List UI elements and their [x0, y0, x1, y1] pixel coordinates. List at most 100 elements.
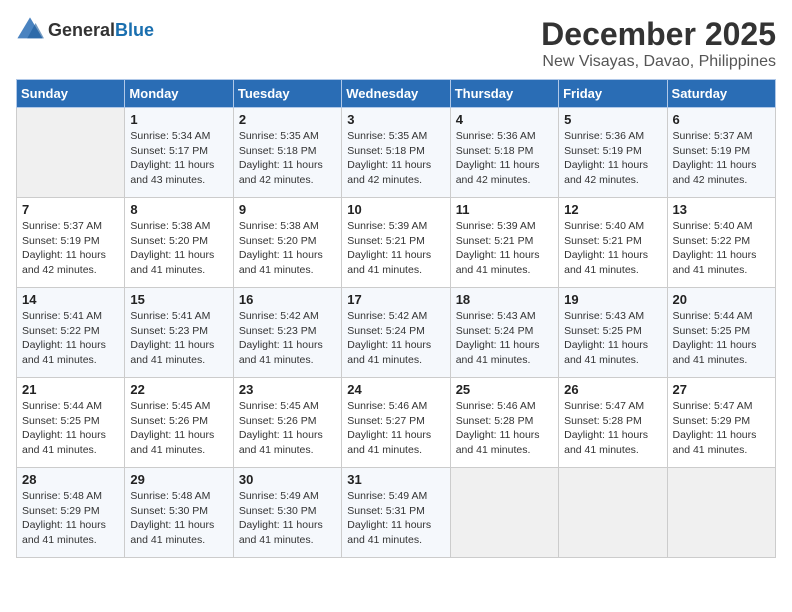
header-friday: Friday [559, 80, 667, 108]
day-number: 5 [564, 112, 661, 127]
calendar-cell: 16Sunrise: 5:42 AMSunset: 5:23 PMDayligh… [233, 288, 341, 378]
cell-info: Sunrise: 5:42 AMSunset: 5:24 PMDaylight:… [347, 309, 444, 368]
calendar-cell: 4 Sunrise: 5:36 AMSunset: 5:18 PMDaylight… [450, 108, 558, 198]
calendar-cell: 19 Sunrise: 5:43 AMSunset: 5:25 PMDayligh… [559, 288, 667, 378]
day-number: 17 [347, 292, 444, 307]
calendar-cell: 29 Sunrise: 5:48 AMSunset: 5:30 PMDayligh… [125, 468, 233, 558]
day-number: 23 [239, 382, 336, 397]
calendar-cell: 17 Sunrise: 5:42 AMSunset: 5:24 PMDayligh… [342, 288, 450, 378]
cell-info: Sunrise: 5:34 AMSunset: 5:17 PMDaylight:… [130, 129, 227, 188]
day-number: 28 [22, 472, 119, 487]
header-monday: Monday [125, 80, 233, 108]
calendar-week-row: 21 Sunrise: 5:44 AMSunset: 5:25 PMDayligh… [17, 378, 776, 468]
calendar-cell: 9 Sunrise: 5:38 AMSunset: 5:20 PMDaylight… [233, 198, 341, 288]
cell-info: Sunrise: 5:37 AMSunset: 5:19 PMDaylight:… [673, 129, 770, 188]
cell-info: Sunrise: 5:38 AMSunset: 5:20 PMDaylight:… [239, 219, 336, 278]
cell-info: Sunrise: 5:39 AMSunset: 5:21 PMDaylight:… [347, 219, 444, 278]
calendar-cell: 23 Sunrise: 5:45 AMSunset: 5:26 PMDayligh… [233, 378, 341, 468]
calendar-week-row: 14Sunrise: 5:41 AMSunset: 5:22 PMDayligh… [17, 288, 776, 378]
day-number: 3 [347, 112, 444, 127]
day-number: 20 [673, 292, 770, 307]
calendar-cell: 28 Sunrise: 5:48 AMSunset: 5:29 PMDayligh… [17, 468, 125, 558]
day-number: 27 [673, 382, 770, 397]
calendar-cell [559, 468, 667, 558]
cell-info: Sunrise: 5:48 AMSunset: 5:30 PMDaylight:… [130, 489, 227, 548]
calendar-cell: 22Sunrise: 5:45 AMSunset: 5:26 PMDayligh… [125, 378, 233, 468]
cell-info: Sunrise: 5:41 AMSunset: 5:22 PMDaylight:… [22, 309, 119, 368]
header-wednesday: Wednesday [342, 80, 450, 108]
calendar-cell: 25 Sunrise: 5:46 AMSunset: 5:28 PMDayligh… [450, 378, 558, 468]
day-number: 7 [22, 202, 119, 217]
title-block: December 2025 New Visayas, Davao, Philip… [541, 16, 776, 71]
cell-info: Sunrise: 5:43 AMSunset: 5:25 PMDaylight:… [564, 309, 661, 368]
day-number: 30 [239, 472, 336, 487]
day-number: 29 [130, 472, 227, 487]
calendar-cell: 27 Sunrise: 5:47 AMSunset: 5:29 PMDayligh… [667, 378, 775, 468]
calendar-cell: 1Sunrise: 5:34 AMSunset: 5:17 PMDaylight… [125, 108, 233, 198]
cell-info: Sunrise: 5:41 AMSunset: 5:23 PMDaylight:… [130, 309, 227, 368]
cell-info: Sunrise: 5:47 AMSunset: 5:29 PMDaylight:… [673, 399, 770, 458]
month-title: December 2025 [541, 16, 776, 53]
logo: GeneralBlue [16, 16, 154, 44]
calendar-cell: 13 Sunrise: 5:40 AMSunset: 5:22 PMDayligh… [667, 198, 775, 288]
calendar-cell: 2 Sunrise: 5:35 AMSunset: 5:18 PMDaylight… [233, 108, 341, 198]
cell-info: Sunrise: 5:46 AMSunset: 5:28 PMDaylight:… [456, 399, 553, 458]
cell-info: Sunrise: 5:35 AMSunset: 5:18 PMDaylight:… [239, 129, 336, 188]
day-number: 25 [456, 382, 553, 397]
cell-info: Sunrise: 5:47 AMSunset: 5:28 PMDaylight:… [564, 399, 661, 458]
day-number: 13 [673, 202, 770, 217]
header-saturday: Saturday [667, 80, 775, 108]
calendar-cell: 18 Sunrise: 5:43 AMSunset: 5:24 PMDayligh… [450, 288, 558, 378]
calendar-header-row: SundayMondayTuesdayWednesdayThursdayFrid… [17, 80, 776, 108]
page-header: GeneralBlue December 2025 New Visayas, D… [16, 16, 776, 71]
calendar-cell: 7 Sunrise: 5:37 AMSunset: 5:19 PMDaylight… [17, 198, 125, 288]
calendar-week-row: 1Sunrise: 5:34 AMSunset: 5:17 PMDaylight… [17, 108, 776, 198]
header-thursday: Thursday [450, 80, 558, 108]
cell-info: Sunrise: 5:42 AMSunset: 5:23 PMDaylight:… [239, 309, 336, 368]
calendar-cell [450, 468, 558, 558]
calendar-table: SundayMondayTuesdayWednesdayThursdayFrid… [16, 79, 776, 558]
cell-info: Sunrise: 5:45 AMSunset: 5:26 PMDaylight:… [239, 399, 336, 458]
day-number: 9 [239, 202, 336, 217]
calendar-cell: 14Sunrise: 5:41 AMSunset: 5:22 PMDayligh… [17, 288, 125, 378]
cell-info: Sunrise: 5:36 AMSunset: 5:18 PMDaylight:… [456, 129, 553, 188]
calendar-week-row: 7 Sunrise: 5:37 AMSunset: 5:19 PMDaylight… [17, 198, 776, 288]
calendar-cell: 26Sunrise: 5:47 AMSunset: 5:28 PMDayligh… [559, 378, 667, 468]
calendar-cell [667, 468, 775, 558]
calendar-cell: 11Sunrise: 5:39 AMSunset: 5:21 PMDayligh… [450, 198, 558, 288]
calendar-cell: 5 Sunrise: 5:36 AMSunset: 5:19 PMDaylight… [559, 108, 667, 198]
cell-info: Sunrise: 5:36 AMSunset: 5:19 PMDaylight:… [564, 129, 661, 188]
calendar-cell: 8 Sunrise: 5:38 AMSunset: 5:20 PMDaylight… [125, 198, 233, 288]
day-number: 19 [564, 292, 661, 307]
logo-icon [16, 16, 44, 44]
cell-info: Sunrise: 5:40 AMSunset: 5:22 PMDaylight:… [673, 219, 770, 278]
header-tuesday: Tuesday [233, 80, 341, 108]
cell-info: Sunrise: 5:38 AMSunset: 5:20 PMDaylight:… [130, 219, 227, 278]
day-number: 12 [564, 202, 661, 217]
day-number: 18 [456, 292, 553, 307]
cell-info: Sunrise: 5:48 AMSunset: 5:29 PMDaylight:… [22, 489, 119, 548]
calendar-cell: 20Sunrise: 5:44 AMSunset: 5:25 PMDayligh… [667, 288, 775, 378]
logo-text-general: General [48, 20, 115, 40]
calendar-cell: 24Sunrise: 5:46 AMSunset: 5:27 PMDayligh… [342, 378, 450, 468]
cell-info: Sunrise: 5:37 AMSunset: 5:19 PMDaylight:… [22, 219, 119, 278]
cell-info: Sunrise: 5:35 AMSunset: 5:18 PMDaylight:… [347, 129, 444, 188]
calendar-cell: 6Sunrise: 5:37 AMSunset: 5:19 PMDaylight… [667, 108, 775, 198]
calendar-cell: 30 Sunrise: 5:49 AMSunset: 5:30 PMDayligh… [233, 468, 341, 558]
cell-info: Sunrise: 5:43 AMSunset: 5:24 PMDaylight:… [456, 309, 553, 368]
logo-text-blue: Blue [115, 20, 154, 40]
calendar-cell: 31Sunrise: 5:49 AMSunset: 5:31 PMDayligh… [342, 468, 450, 558]
day-number: 21 [22, 382, 119, 397]
calendar-cell: 12Sunrise: 5:40 AMSunset: 5:21 PMDayligh… [559, 198, 667, 288]
day-number: 8 [130, 202, 227, 217]
cell-info: Sunrise: 5:44 AMSunset: 5:25 PMDaylight:… [22, 399, 119, 458]
day-number: 15 [130, 292, 227, 307]
day-number: 2 [239, 112, 336, 127]
day-number: 4 [456, 112, 553, 127]
day-number: 10 [347, 202, 444, 217]
cell-info: Sunrise: 5:49 AMSunset: 5:30 PMDaylight:… [239, 489, 336, 548]
cell-info: Sunrise: 5:46 AMSunset: 5:27 PMDaylight:… [347, 399, 444, 458]
day-number: 31 [347, 472, 444, 487]
day-number: 22 [130, 382, 227, 397]
calendar-cell: 21 Sunrise: 5:44 AMSunset: 5:25 PMDayligh… [17, 378, 125, 468]
